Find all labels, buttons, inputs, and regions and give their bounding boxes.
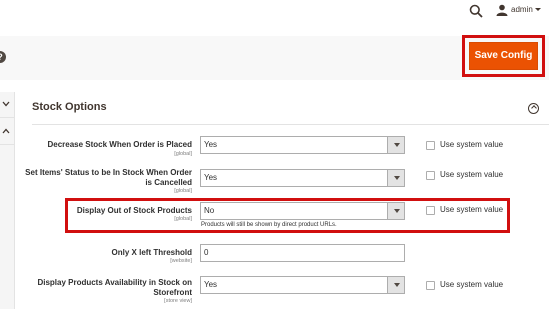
- chevron-down-icon: [2, 101, 10, 107]
- field-scope: [website]: [170, 258, 192, 264]
- in-stock-cancelled-select[interactable]: Yes: [200, 169, 405, 187]
- collapse-icon[interactable]: [528, 103, 539, 114]
- sidebar-tab-expanded[interactable]: [0, 119, 15, 145]
- decrease-stock-select[interactable]: Yes: [200, 136, 405, 154]
- display-out-of-stock-select[interactable]: No: [200, 202, 405, 220]
- field-note: Products will still be shown by direct p…: [201, 222, 337, 228]
- select-arrow-box[interactable]: [387, 137, 404, 153]
- select-arrow-box[interactable]: [387, 203, 404, 219]
- chevron-down-icon: [394, 209, 400, 213]
- select-arrow-box[interactable]: [387, 277, 404, 293]
- use-system-value-checkbox[interactable]: [426, 206, 435, 215]
- field-label-threshold: Only X left Threshold: [111, 248, 192, 257]
- field-label-display-out-of-stock: Display Out of Stock Products: [76, 206, 192, 215]
- admin-topbar: admin: [0, 0, 549, 36]
- user-menu-caret-icon[interactable]: [535, 8, 541, 11]
- select-value: Yes: [204, 140, 218, 149]
- use-system-value-label[interactable]: Use system value: [440, 280, 503, 289]
- select-value: No: [204, 206, 215, 215]
- chevron-down-icon: [394, 283, 400, 287]
- chevron-down-icon: [394, 143, 400, 147]
- field-label-availability-line1: Display Products Availability in Stock o…: [37, 278, 192, 287]
- save-config-button[interactable]: Save Config: [469, 42, 538, 70]
- threshold-input[interactable]: 0: [200, 244, 405, 262]
- use-system-value-checkbox[interactable]: [426, 141, 435, 150]
- field-scope: [global]: [174, 216, 192, 222]
- field-label-decrease-stock: Decrease Stock When Order is Placed: [47, 140, 192, 149]
- select-value: Yes: [204, 173, 218, 182]
- field-scope: [global]: [174, 188, 192, 194]
- user-icon[interactable]: [496, 4, 508, 16]
- use-system-value-label[interactable]: Use system value: [440, 205, 503, 214]
- chevron-up-icon: [2, 128, 10, 134]
- select-arrow-box[interactable]: [387, 170, 404, 186]
- config-tabs-sidebar: [0, 92, 15, 309]
- field-scope: [store view]: [164, 298, 192, 304]
- search-icon[interactable]: [469, 4, 483, 18]
- user-menu-label[interactable]: admin: [511, 5, 533, 14]
- use-system-value-checkbox[interactable]: [426, 281, 435, 290]
- sidebar-tab-collapsed[interactable]: [0, 92, 15, 118]
- use-system-value-checkbox[interactable]: [426, 171, 435, 180]
- field-label-in-stock-cancelled-line1: Set Items' Status to be In Stock When Or…: [25, 168, 192, 177]
- field-scope: [global]: [174, 151, 192, 157]
- section-title[interactable]: Stock Options: [32, 101, 107, 113]
- field-label-in-stock-cancelled-line2: is Cancelled: [145, 178, 192, 187]
- field-label-availability-line2: Storefront: [153, 288, 192, 297]
- input-value: 0: [204, 248, 209, 257]
- availability-select[interactable]: Yes: [200, 276, 405, 294]
- use-system-value-label[interactable]: Use system value: [440, 170, 503, 179]
- use-system-value-label[interactable]: Use system value: [440, 140, 503, 149]
- chevron-down-icon: [394, 176, 400, 180]
- select-value: Yes: [204, 280, 218, 289]
- section-divider: [32, 124, 549, 125]
